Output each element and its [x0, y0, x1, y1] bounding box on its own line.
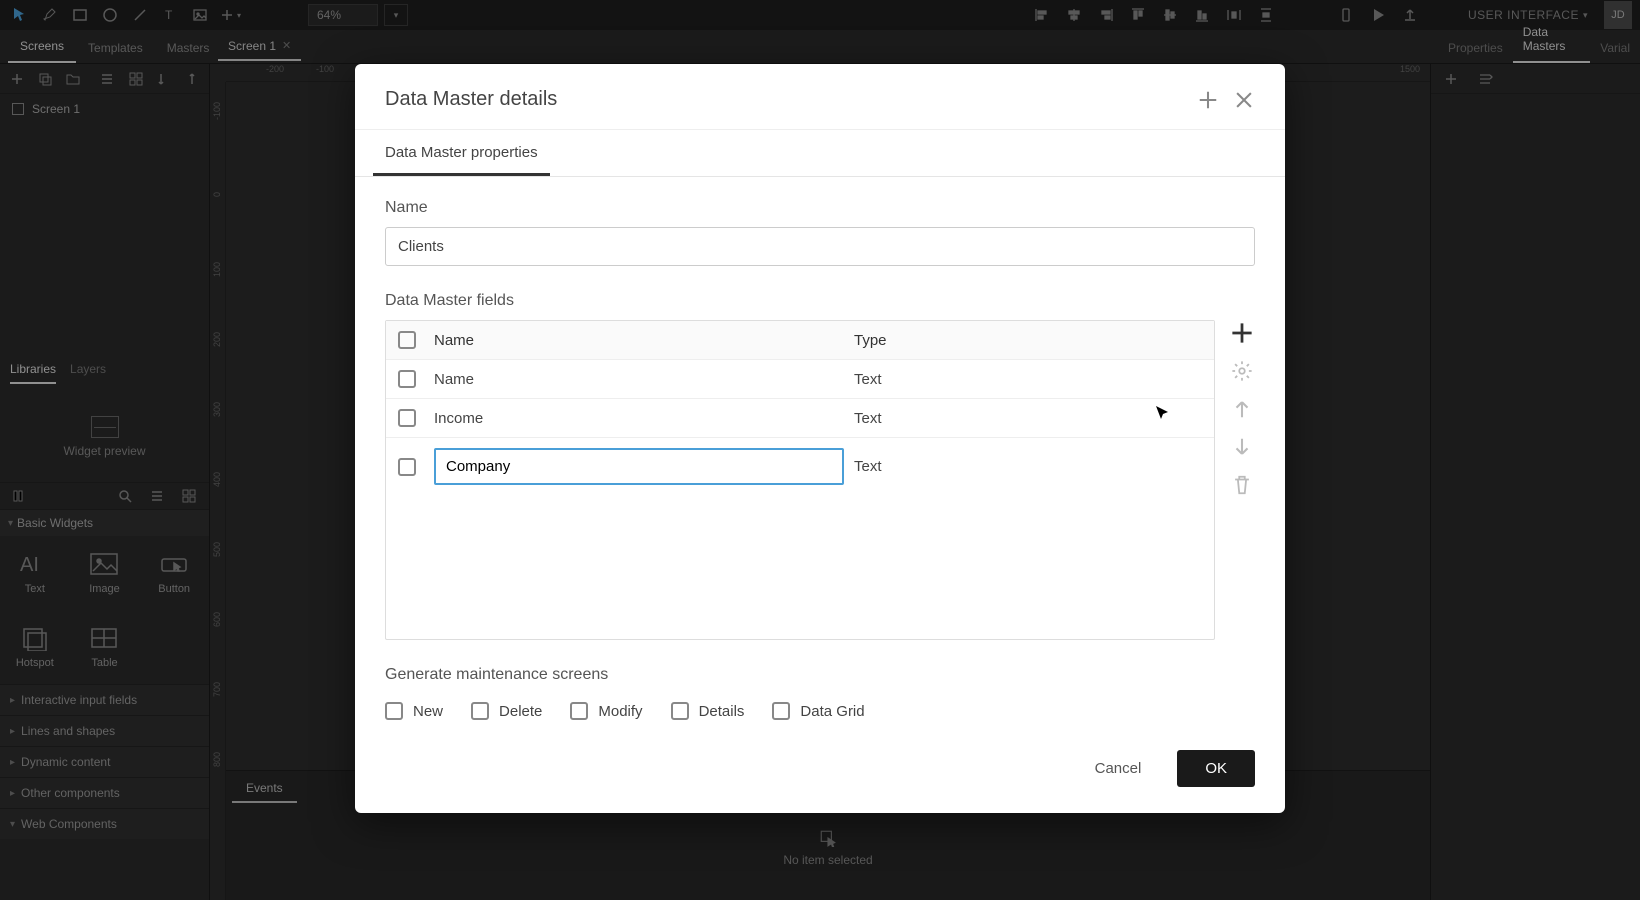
fields-table: Name Type Name Text Income Text — [385, 320, 1215, 640]
generate-label: Generate maintenance screens — [385, 666, 1255, 684]
add-field-icon[interactable] — [1231, 322, 1253, 344]
data-master-modal: Data Master details Data Master properti… — [355, 64, 1285, 813]
move-up-icon[interactable] — [1231, 398, 1253, 420]
select-all-checkbox[interactable] — [398, 331, 416, 349]
gen-datagrid[interactable]: Data Grid — [772, 702, 864, 720]
col-type: Type — [854, 332, 1202, 349]
cancel-button[interactable]: Cancel — [1077, 750, 1160, 787]
row-checkbox[interactable] — [398, 409, 416, 427]
name-input[interactable] — [385, 227, 1255, 266]
field-name-input[interactable] — [434, 448, 844, 485]
move-down-icon[interactable] — [1231, 436, 1253, 458]
row-checkbox[interactable] — [398, 370, 416, 388]
modal-overlay: Data Master details Data Master properti… — [0, 0, 1640, 900]
gen-new[interactable]: New — [385, 702, 443, 720]
modal-close-icon[interactable] — [1233, 89, 1255, 111]
modal-add-icon[interactable] — [1197, 89, 1219, 111]
modal-title: Data Master details — [385, 88, 1197, 111]
row-checkbox[interactable] — [398, 458, 416, 476]
field-row[interactable]: Income Text — [386, 399, 1214, 438]
field-row[interactable]: Name Text — [386, 360, 1214, 399]
gen-details[interactable]: Details — [671, 702, 745, 720]
modal-tab-properties[interactable]: Data Master properties — [373, 130, 550, 176]
field-name: Income — [434, 410, 854, 427]
fields-label: Data Master fields — [385, 292, 1255, 310]
field-name: Name — [434, 371, 854, 388]
gen-modify[interactable]: Modify — [570, 702, 642, 720]
field-type: Text — [854, 410, 1202, 427]
field-settings-icon[interactable] — [1231, 360, 1253, 382]
col-name: Name — [434, 332, 854, 349]
delete-field-icon[interactable] — [1231, 474, 1253, 496]
gen-delete[interactable]: Delete — [471, 702, 542, 720]
ok-button[interactable]: OK — [1177, 750, 1255, 787]
name-label: Name — [385, 199, 1255, 217]
field-type: Text — [854, 371, 1202, 388]
fields-header-row: Name Type — [386, 321, 1214, 360]
field-row[interactable]: Text — [386, 438, 1214, 495]
field-type: Text — [854, 458, 1202, 475]
